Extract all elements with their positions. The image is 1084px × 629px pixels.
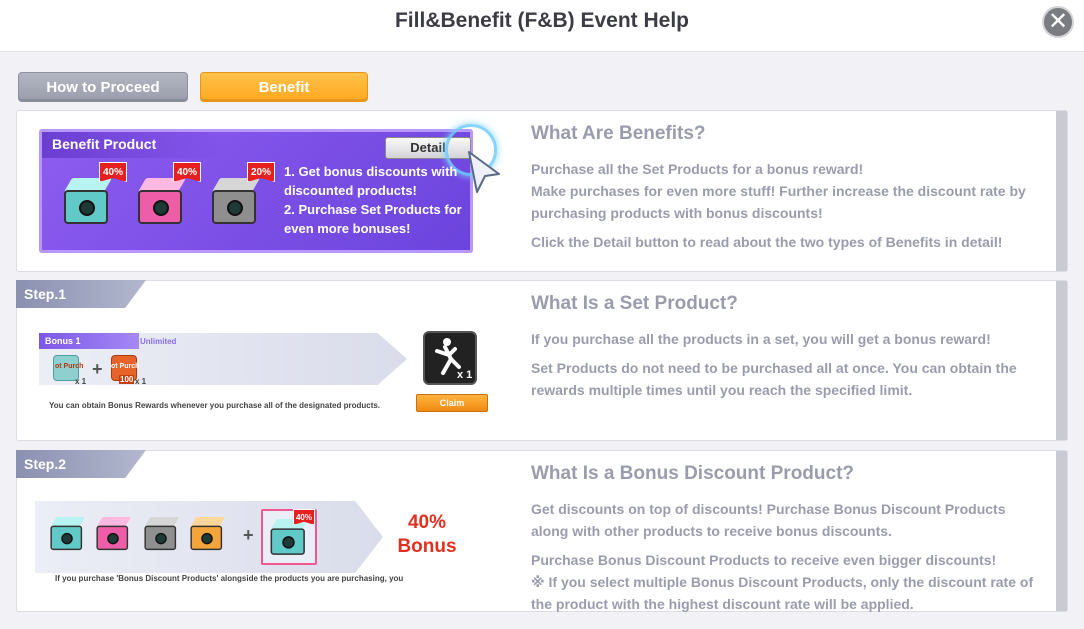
step-label: Step.1: [16, 280, 146, 308]
tab-how-to-proceed[interactable]: How to Proceed: [18, 72, 188, 102]
benefits-description: What Are Benefits? Purchase all the Set …: [531, 123, 1041, 260]
section-paragraph: Get discounts on top of discounts! Purch…: [531, 501, 1006, 539]
bonus-word: Bonus: [397, 536, 457, 557]
reward-item-icon: x 1: [423, 331, 477, 385]
section-paragraph: Purchase all the Set Products for a bonu…: [531, 161, 1026, 221]
gray-product-cube-icon: [210, 178, 262, 230]
scrollbar[interactable]: [1056, 281, 1067, 440]
set-product-panel: Step.1 Bonus 1 Unlimited ot Purch x 1 + …: [16, 280, 1068, 441]
limit-label: Unlimited: [140, 337, 177, 346]
set-product-description: What Is a Set Product? If you purchase a…: [531, 293, 1041, 408]
section-heading: What Are Benefits?: [531, 123, 706, 144]
help-header: Fill&Benefit (F&B) Event Help ✕: [0, 0, 1084, 52]
reward-count: x 1: [457, 369, 473, 381]
scrollbar[interactable]: [1056, 111, 1067, 271]
cyan-product-cube-icon: [49, 517, 86, 554]
pointer-cursor-icon: [468, 151, 500, 193]
plus-icon: +: [92, 359, 103, 379]
dialog-title: Fill&Benefit (F&B) Event Help: [394, 9, 689, 32]
section-heading: What Is a Bonus Discount Product?: [531, 463, 855, 484]
pink-product-cube-icon: [95, 517, 132, 554]
benefit-product-card: Benefit Product Detail 40% 40% 20% 1. Ge…: [39, 124, 500, 253]
step-label: Step.2: [16, 450, 146, 478]
item-count: x 1: [75, 377, 87, 386]
bonus-label: Bonus 1: [39, 333, 139, 349]
gray-product-cube-icon: [143, 517, 180, 554]
bonus-discount-panel: Step.2 + 40% 40% Bonus If you purchase '…: [16, 450, 1068, 612]
section-heading: What Is a Set Product?: [531, 293, 738, 314]
benefit-product-text: 1. Get bonus discounts with discounted p…: [284, 164, 462, 236]
cyan-product-cube-icon: [62, 178, 114, 230]
benefit-product-header: Benefit Product: [42, 132, 222, 158]
orange-product-cube-icon: [189, 517, 226, 554]
set-caption: You can obtain Bonus Rewards whenever yo…: [49, 401, 381, 410]
bonus-caption: If you purchase 'Bonus Discount Products…: [55, 574, 404, 583]
bonus-percent: 40%: [407, 512, 447, 533]
bonus-discount-description: What Is a Bonus Discount Product? Get di…: [531, 463, 1041, 622]
tab-benefit[interactable]: Benefit: [200, 72, 368, 102]
section-paragraph: Click the Detail button to read about th…: [531, 234, 1003, 250]
scrollbar[interactable]: [1056, 451, 1067, 611]
section-paragraph: Purchase Bonus Discount Products to rece…: [531, 552, 1034, 612]
item-count: x 1: [135, 377, 147, 386]
plus-icon: +: [243, 525, 254, 545]
close-icon[interactable]: ✕: [1042, 6, 1074, 38]
pink-product-cube-icon: [136, 178, 188, 230]
benefits-panel: Benefit Product Detail 40% 40% 20% 1. Ge…: [16, 110, 1068, 272]
section-paragraph: Set Products do not need to be purchased…: [531, 360, 1017, 398]
item-badge: 100: [119, 375, 135, 384]
claim-button[interactable]: Claim: [416, 394, 488, 412]
set-item-text: ot Purch: [111, 363, 140, 370]
bonus-result: 40% Bonus: [387, 511, 467, 559]
set-item-text: ot Purch: [55, 363, 84, 370]
bonus-cube-icon: [269, 519, 310, 560]
section-paragraph: If you purchase all the products in a se…: [531, 331, 991, 347]
